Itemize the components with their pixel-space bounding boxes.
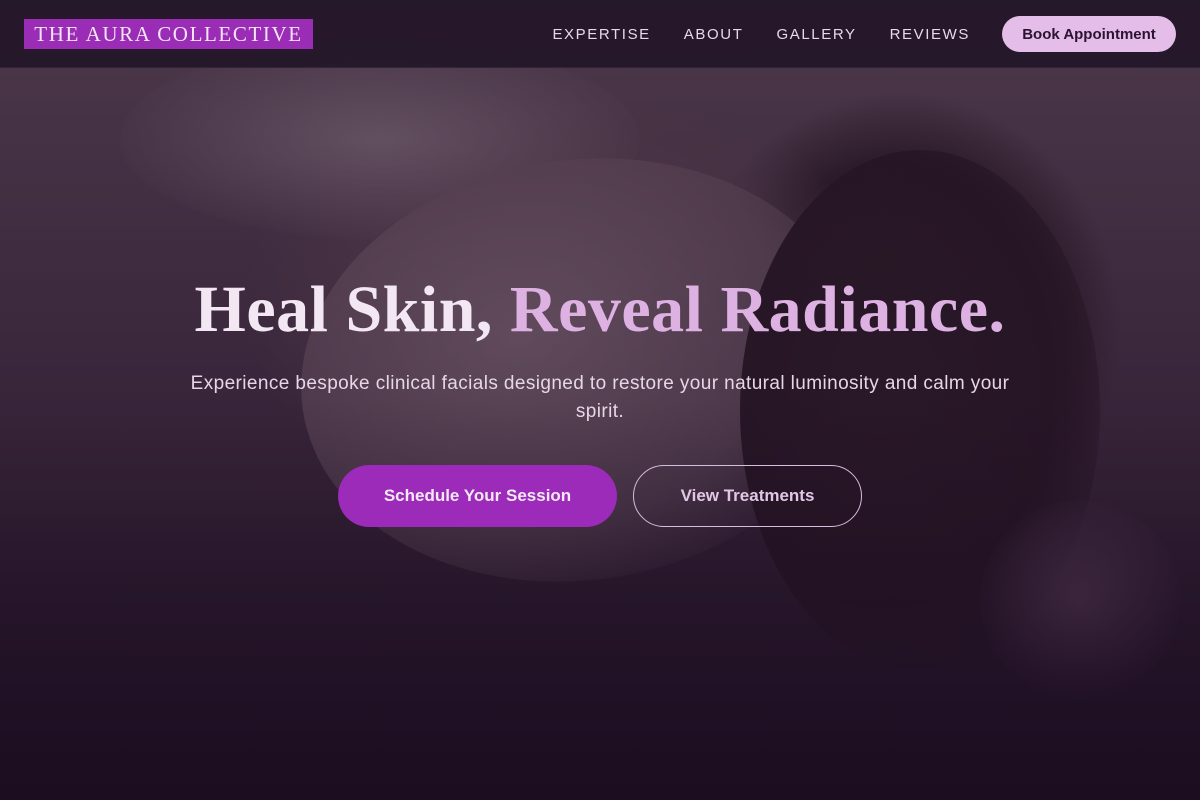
nav-link-reviews[interactable]: REVIEWS bbox=[890, 26, 970, 43]
headline-main-text: Heal Skin, bbox=[194, 273, 510, 346]
top-navigation-bar: THE AURA COLLECTIVE EXPERTISE ABOUT GALL… bbox=[0, 0, 1200, 68]
hero-subtitle: Experience bespoke clinical facials desi… bbox=[190, 373, 1010, 422]
main-nav: EXPERTISE ABOUT GALLERY REVIEWS bbox=[552, 0, 970, 68]
nav-link-about[interactable]: ABOUT bbox=[684, 26, 744, 43]
nav-link-gallery[interactable]: GALLERY bbox=[776, 26, 856, 43]
brand-logo[interactable]: THE AURA COLLECTIVE bbox=[24, 19, 313, 49]
schedule-session-button[interactable]: Schedule Your Session bbox=[338, 465, 617, 527]
nav-link-expertise[interactable]: EXPERTISE bbox=[552, 26, 650, 43]
book-appointment-button[interactable]: Book Appointment bbox=[1002, 16, 1176, 52]
headline-accent-text: Reveal Radiance. bbox=[509, 273, 1006, 346]
view-treatments-button[interactable]: View Treatments bbox=[633, 465, 862, 527]
hero-headline: Heal Skin, Reveal Radiance. bbox=[0, 272, 1200, 348]
